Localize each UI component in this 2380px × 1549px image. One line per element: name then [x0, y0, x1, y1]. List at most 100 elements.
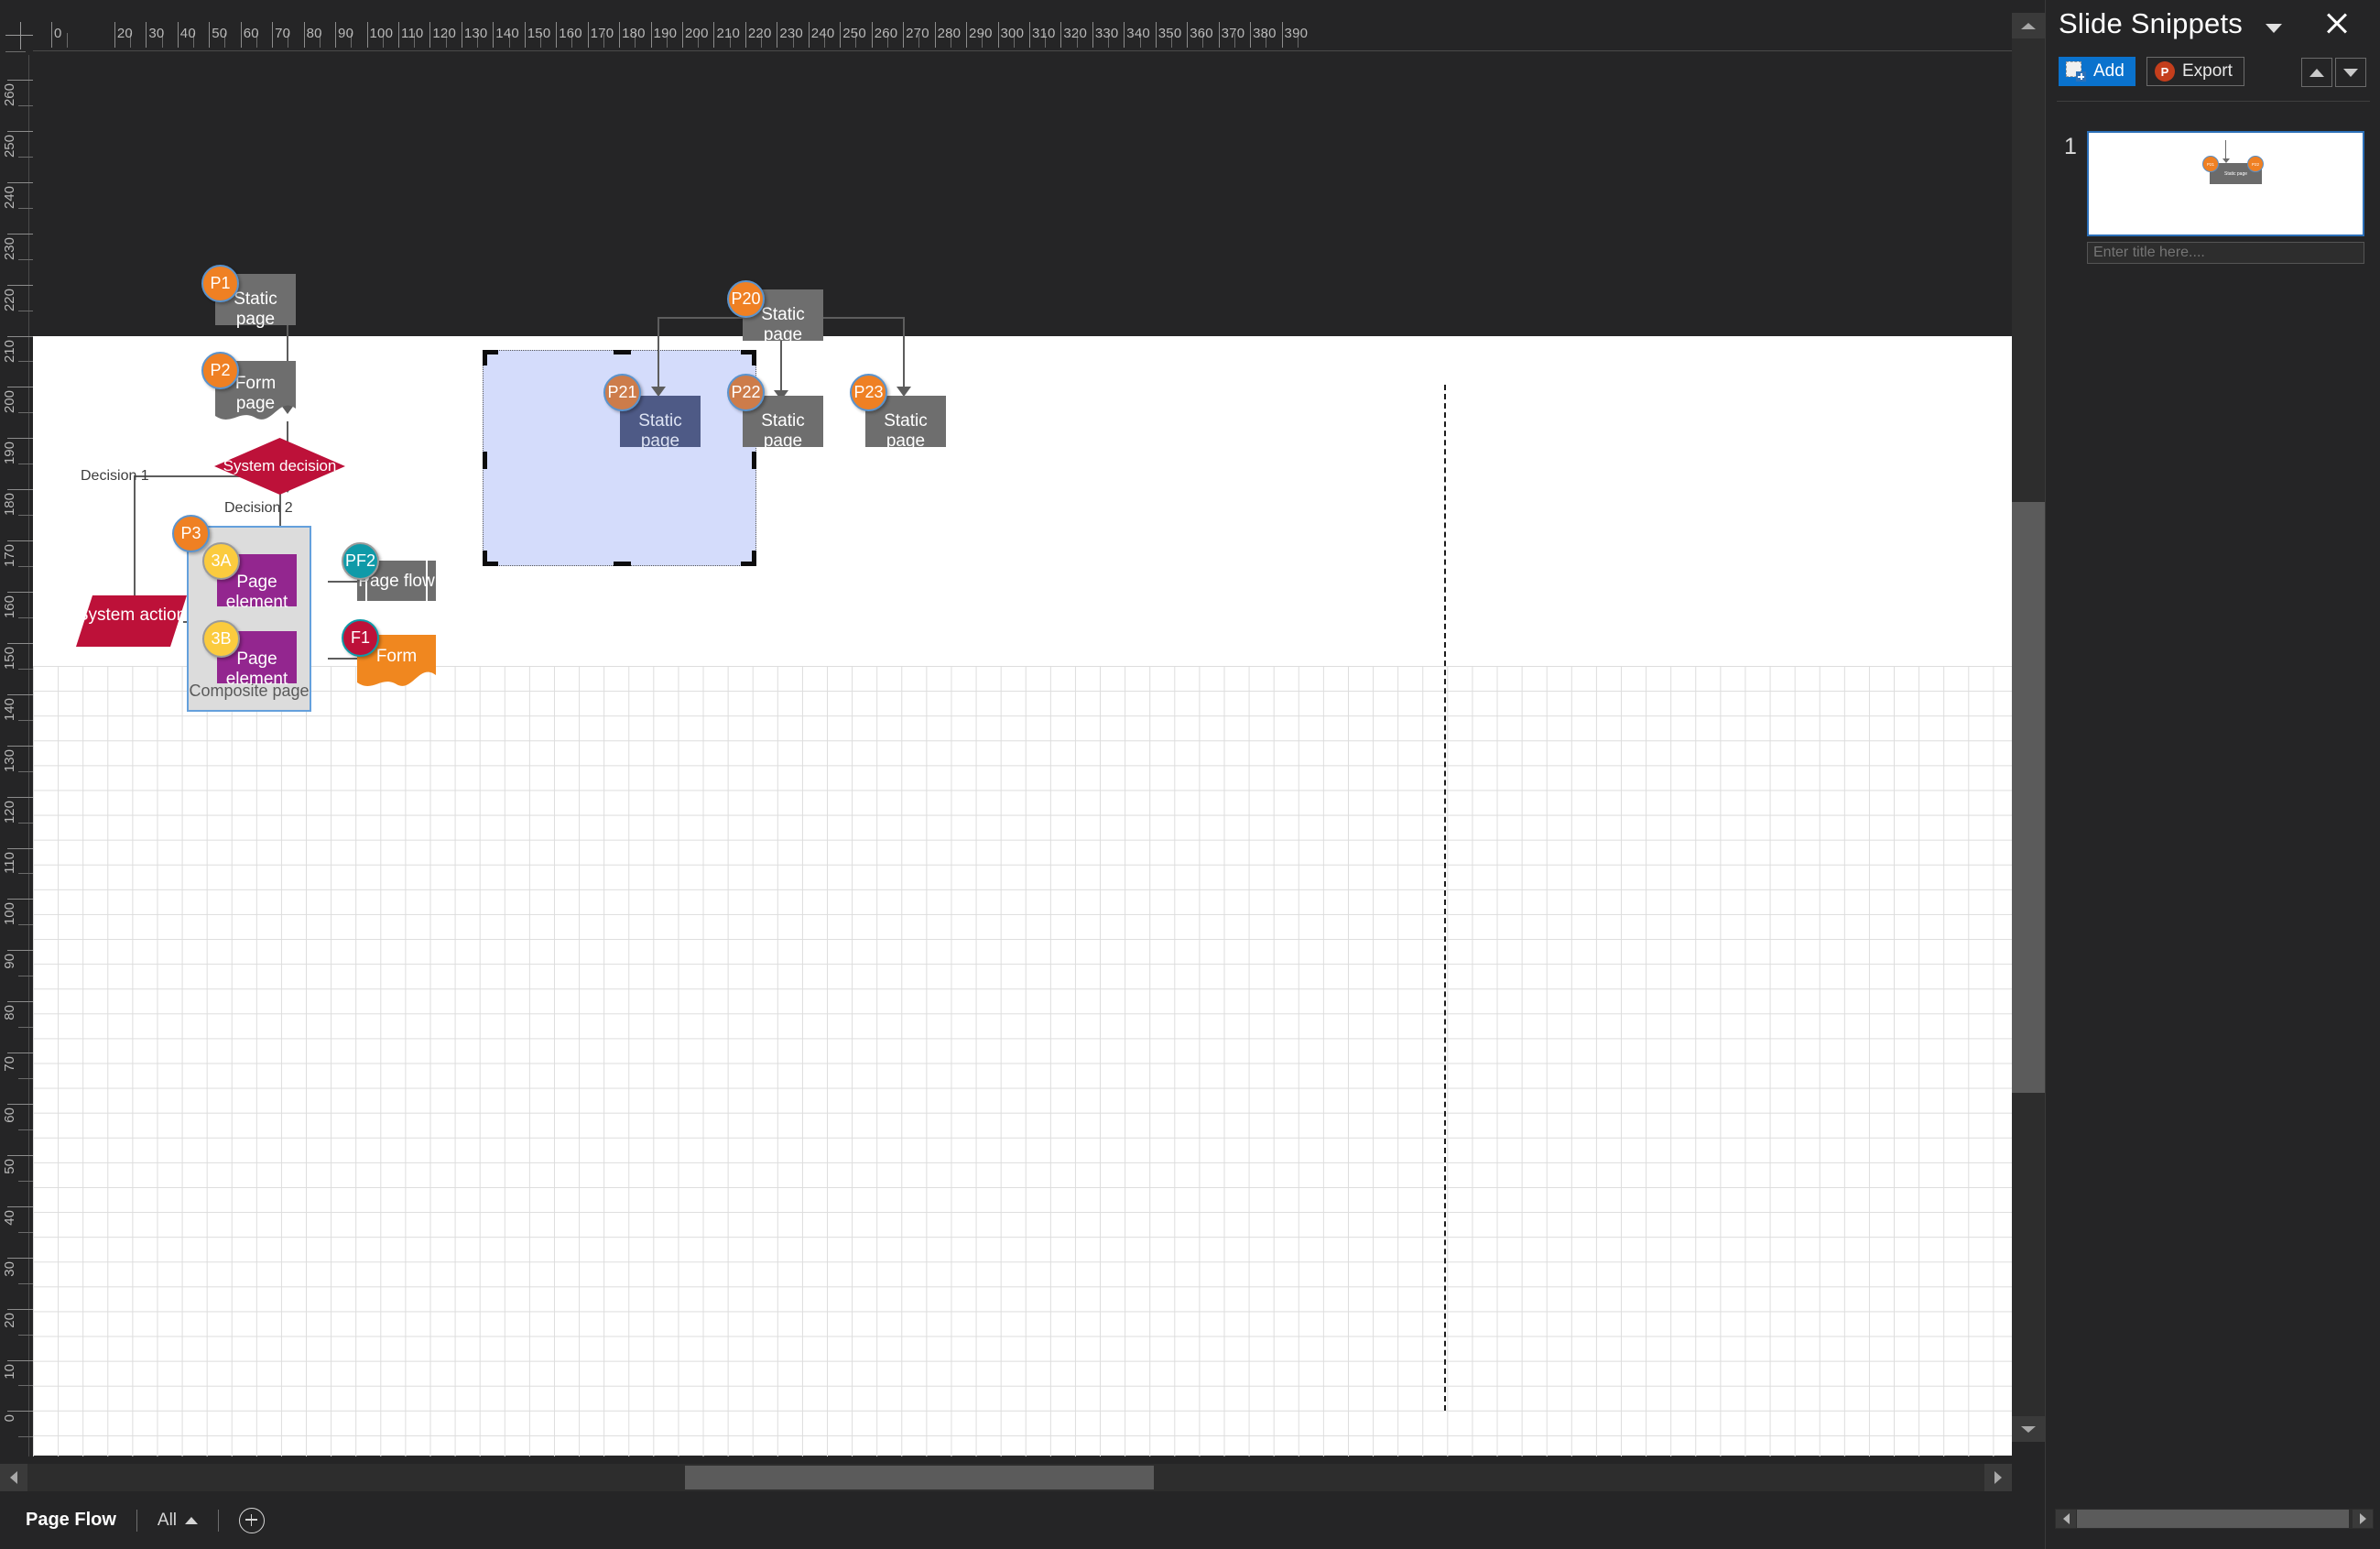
badge-p3[interactable]: P3 [172, 515, 210, 552]
thumb-badge-p22: P22 [2247, 156, 2264, 172]
horizontal-scroll-thumb[interactable] [685, 1466, 1154, 1489]
resize-handle-sw2[interactable] [483, 551, 487, 566]
canvas-horizontal-scrollbar[interactable] [0, 1464, 2012, 1491]
resize-handle-s[interactable] [614, 562, 631, 566]
vruler-tick [7, 1359, 33, 1361]
add-snippet-button[interactable]: Add [2059, 57, 2135, 86]
scroll-left-button[interactable] [0, 1464, 27, 1491]
scroll-right-button[interactable] [1984, 1464, 2012, 1491]
badge-p20[interactable]: P20 [727, 280, 765, 318]
vruler-tick [7, 1308, 33, 1310]
hruler-tick [997, 22, 999, 48]
badge-3b[interactable]: 3B [202, 620, 240, 658]
hruler-label: 320 [1063, 26, 1088, 41]
hruler-label: 150 [527, 26, 551, 41]
resize-handle-se2[interactable] [752, 551, 756, 566]
export-button[interactable]: P Export [2146, 57, 2244, 86]
badge-p23[interactable]: P23 [850, 374, 887, 411]
diagram-editor: 0 20 30 40 50 60 70 80 90 100 110 120 130 140 150 160 17… [0, 0, 2045, 1549]
move-snippet-down-button[interactable] [2335, 58, 2366, 87]
hruler-tick [429, 22, 431, 48]
badge-p22[interactable]: P22 [727, 374, 765, 411]
resize-handle-ne2[interactable] [752, 350, 756, 365]
chevron-down-icon [2021, 1425, 2036, 1433]
hruler-tick [808, 22, 810, 48]
hruler-label: 380 [1253, 26, 1277, 41]
layer-filter-dropdown[interactable]: All [158, 1511, 199, 1531]
hruler-label: 100 [369, 26, 394, 41]
hruler-tick [713, 22, 715, 48]
horizontal-ruler[interactable]: 0 20 30 40 50 60 70 80 90 100 110 120 130 140 150 160 17… [33, 13, 2012, 55]
chevron-up-icon [2309, 68, 2324, 77]
ruler-origin-corner[interactable] [0, 13, 33, 55]
resize-handle-nw2[interactable] [483, 350, 487, 365]
resize-handle-n[interactable] [614, 350, 631, 355]
vertical-scroll-thumb[interactable] [2012, 502, 2045, 1093]
connector-p20-p22-v[interactable] [780, 340, 782, 395]
hruler-label: 90 [338, 26, 354, 41]
panel-horizontal-scrollbar[interactable] [2055, 1509, 2374, 1529]
vruler-label: 30 [2, 1260, 17, 1277]
scroll-up-button[interactable] [2012, 13, 2045, 38]
canvas-viewport[interactable]: Decision 1 Decision 2 Static page P1 For… [33, 55, 2012, 1456]
scroll-down-button[interactable] [2012, 1416, 2045, 1442]
node-system-decision[interactable]: System decision [214, 438, 345, 495]
chevron-down-icon [2343, 68, 2358, 77]
chevron-up-icon [185, 1516, 199, 1524]
move-snippet-up-button[interactable] [2301, 58, 2332, 87]
slide-snippets-panel: Slide Snippets Add P Export 1 Static pag… [2045, 0, 2380, 1549]
vertical-ruler[interactable]: 260 250 240 230 220 210 200 190 180 170 160 150 140 1… [0, 55, 33, 1456]
badge-f1[interactable]: F1 [342, 619, 379, 657]
panel-title: Slide Snippets [2059, 7, 2243, 39]
snippet-title-input[interactable] [2087, 242, 2364, 264]
action-parallelogram-shape [76, 595, 187, 647]
canvas-vertical-scrollbar[interactable] [2012, 13, 2045, 1442]
resize-handle-w[interactable] [483, 452, 487, 469]
badge-p1[interactable]: P1 [201, 265, 239, 302]
page-sheet[interactable] [33, 336, 2012, 1456]
hruler-tick [51, 22, 52, 48]
badge-3a[interactable]: 3A [202, 542, 240, 580]
panel-scroll-thumb[interactable] [2077, 1510, 2349, 1528]
node-system-action[interactable]: System action [76, 595, 187, 647]
snippet-thumbnail[interactable]: Static page P21 P22 [2087, 131, 2364, 236]
connector-p20-left-v[interactable] [657, 317, 659, 390]
badge-p2[interactable]: P2 [201, 352, 239, 389]
badge-pf2[interactable]: PF2 [342, 542, 379, 580]
hruler-baseline [33, 50, 2012, 51]
hruler-label: 240 [810, 26, 835, 41]
vruler-minor-tick [18, 1282, 33, 1284]
resize-handle-e[interactable] [752, 452, 756, 469]
hruler-tick [619, 22, 621, 48]
hruler-label: 60 [243, 26, 259, 41]
panel-scroll-right-button[interactable] [2353, 1510, 2373, 1528]
hruler-label: 330 [1094, 26, 1119, 41]
hruler-tick [240, 22, 242, 48]
chevron-down-icon[interactable] [2266, 24, 2282, 33]
vruler-label: 10 [2, 1363, 17, 1380]
vruler-tick [7, 130, 33, 132]
hruler-label: 370 [1221, 26, 1245, 41]
status-separator-1 [136, 1509, 137, 1532]
thumb-badge-p21: P21 [2202, 156, 2219, 172]
hruler-tick [1124, 22, 1125, 48]
hruler-label: 120 [432, 26, 457, 41]
vruler-tick [7, 950, 33, 952]
hruler-label: 210 [716, 26, 741, 41]
hruler-tick [744, 22, 746, 48]
panel-toolbar: Add P Export [2046, 57, 2380, 93]
close-icon[interactable] [2321, 7, 2353, 38]
connector-p20-right-v[interactable] [903, 317, 905, 390]
vruler-tick [7, 745, 33, 747]
vruler-tick [7, 1205, 33, 1207]
vruler-label: 190 [2, 442, 17, 465]
panel-scroll-left-button[interactable] [2056, 1510, 2076, 1528]
vruler-tick [7, 1154, 33, 1156]
add-page-button[interactable] [239, 1507, 266, 1533]
badge-p21[interactable]: P21 [603, 374, 641, 411]
hruler-tick [587, 22, 589, 48]
vruler-minor-tick [18, 719, 33, 721]
chevron-right-icon [1994, 1471, 2002, 1484]
vruler-tick [7, 540, 33, 542]
vruler-minor-tick [18, 1436, 33, 1438]
